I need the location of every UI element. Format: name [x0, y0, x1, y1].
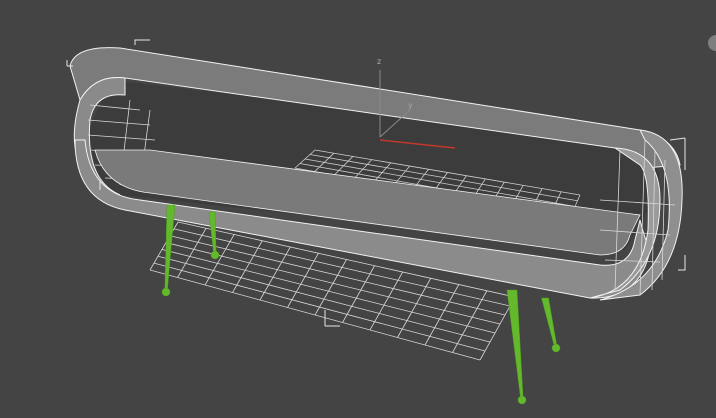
gizmo-z-label: z — [377, 57, 381, 66]
leg-foot-4 — [551, 343, 561, 353]
grid-line — [287, 253, 319, 308]
viewcube-icon[interactable] — [708, 35, 716, 51]
grid-line — [424, 284, 460, 346]
leg-foot-1 — [161, 287, 171, 297]
grid-line — [232, 240, 263, 293]
grid-line — [452, 290, 488, 353]
leg-4 — [541, 297, 558, 349]
leg-foot-2 — [210, 250, 220, 260]
grid-line — [153, 262, 486, 352]
grid-line — [397, 278, 432, 338]
scene-canvas[interactable]: z y — [0, 0, 716, 418]
leg-2 — [208, 211, 217, 256]
grid-line — [369, 271, 404, 331]
grid-line — [149, 269, 481, 361]
gizmo-y-label: y — [408, 101, 413, 110]
grid-line — [314, 259, 347, 316]
viewport-perspective[interactable]: z y — [0, 0, 716, 418]
grid-line — [259, 246, 291, 301]
leg-foot-3 — [517, 395, 527, 405]
grid-line — [342, 265, 375, 323]
leg-3 — [506, 289, 524, 401]
